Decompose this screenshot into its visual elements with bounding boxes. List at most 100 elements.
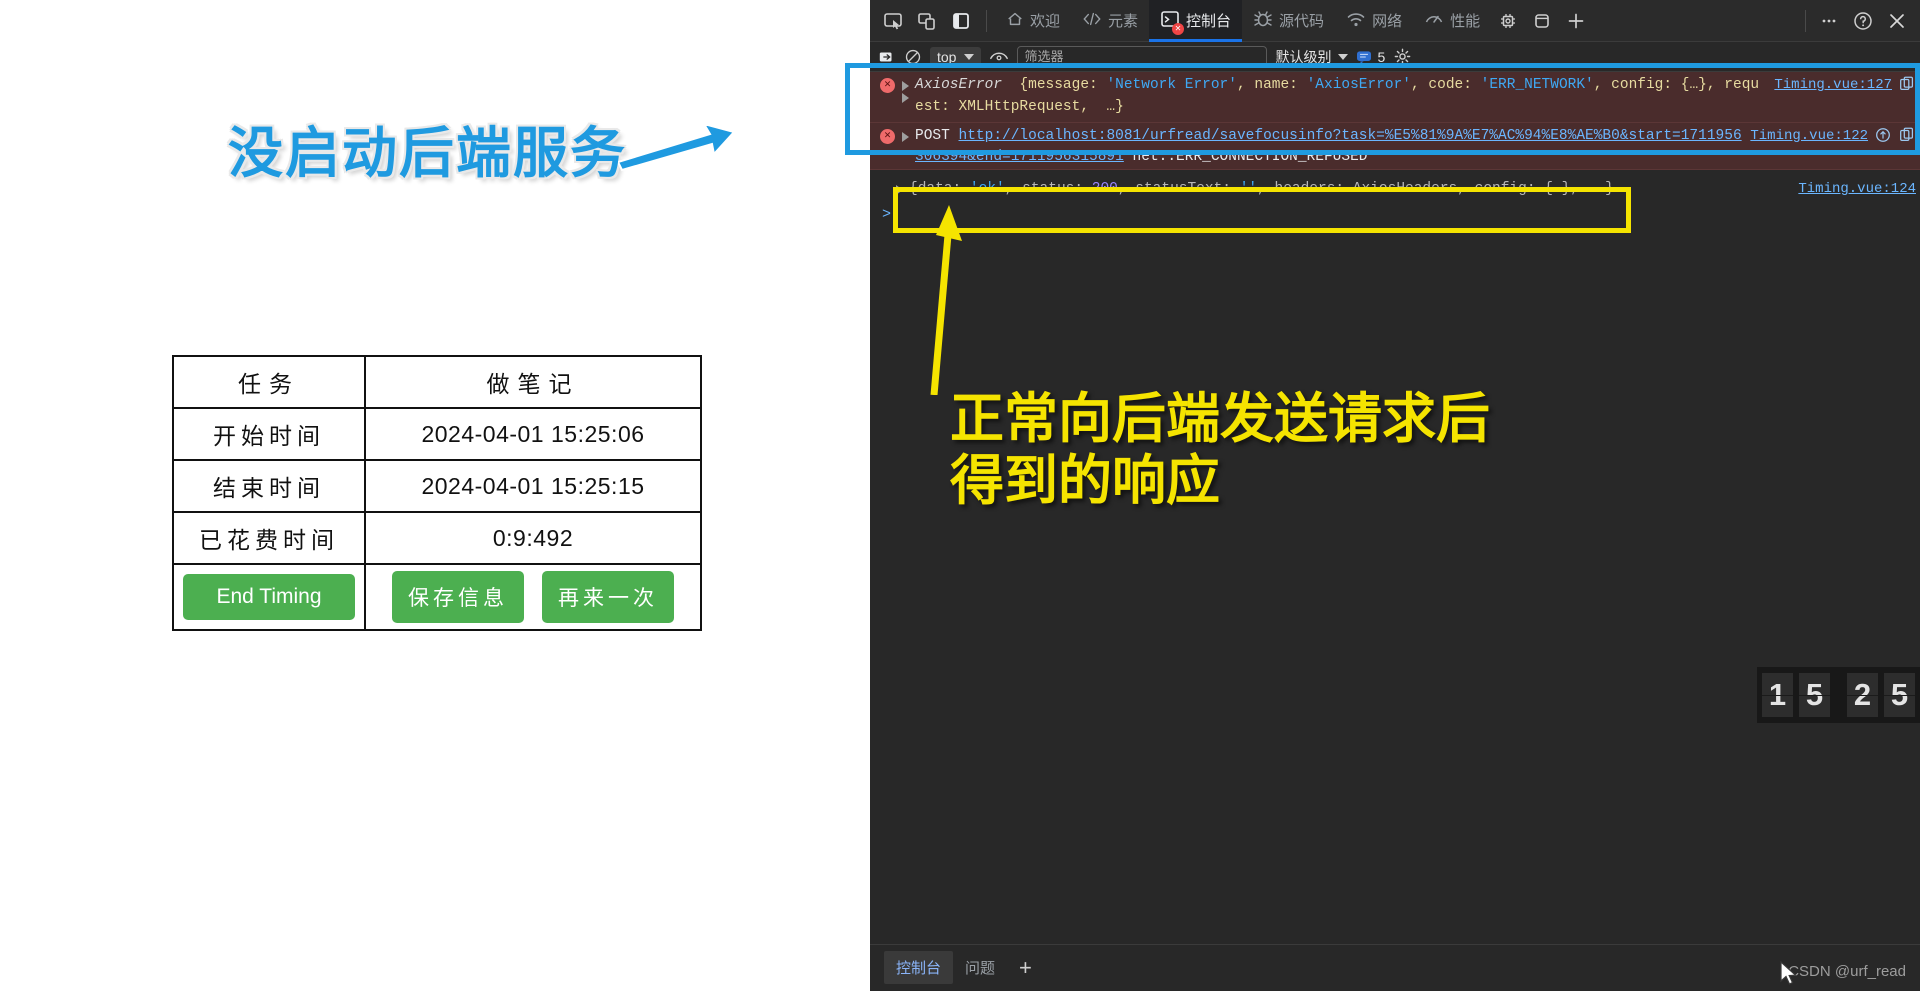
speech-bubble-icon [1357, 50, 1372, 64]
table-row: 结束时间 2024-04-01 15:25:15 [172, 459, 702, 513]
memory-chip-icon[interactable] [1491, 4, 1525, 38]
console-icon: ✕ [1160, 10, 1185, 35]
source-link-timing-122[interactable]: Timing.vue:122 [1750, 126, 1868, 170]
table-row-buttons: End Timing 保存信息 再来一次 [172, 563, 702, 631]
restart-button[interactable]: 再来一次 [542, 571, 674, 623]
table-cell-start-value: 2024-04-01 15:25:06 [364, 407, 702, 461]
tab-performance-label: 性能 [1450, 13, 1481, 30]
console-log-row-response[interactable]: {data: 'ok', status: 200, statusText: ''… [870, 170, 1920, 204]
annotation-yellow-arrow-icon [930, 205, 962, 395]
console-error-row-axios[interactable]: ✕ AxiosError {message: 'Network Error', … [870, 72, 1920, 123]
application-icon[interactable] [1525, 4, 1559, 38]
tab-performance[interactable]: 性能 [1413, 0, 1491, 42]
message-count-value: 5 [1377, 48, 1386, 65]
table-cell-end-label: 结束时间 [172, 459, 366, 513]
table-cell-task-label: 任务 [172, 355, 366, 409]
wifi-icon [1346, 10, 1366, 32]
annotation-blue-arrow-icon [618, 122, 736, 172]
message-count[interactable]: 5 [1356, 49, 1385, 65]
console-toolbar: top 默认级别 5 [870, 42, 1920, 72]
table-cell-actions: 保存信息 再来一次 [364, 563, 702, 631]
copy-icon[interactable] [1898, 126, 1916, 170]
drawer-tab-issues[interactable]: 问题 [953, 951, 1007, 984]
tab-network-label: 网络 [1372, 13, 1403, 30]
issue-icon[interactable] [1874, 126, 1892, 170]
save-info-button[interactable]: 保存信息 [392, 571, 524, 623]
tab-welcome[interactable]: 欢迎 [995, 0, 1071, 42]
toolbar-divider-right [1805, 9, 1806, 32]
table-cell-elapsed-label: 已花费时间 [172, 511, 366, 565]
error-badge-icon: ✕ [880, 128, 895, 144]
tab-elements[interactable]: 元素 [1071, 0, 1149, 42]
toolbar-divider [986, 9, 987, 32]
bug-icon [1253, 10, 1273, 32]
log-level-select[interactable]: 默认级别 [1275, 47, 1349, 67]
no-entry-icon[interactable] [904, 48, 922, 66]
live-expression-icon[interactable] [989, 49, 1009, 65]
table-cell-end-timing: End Timing [172, 563, 366, 631]
console-filter-input[interactable] [1017, 46, 1268, 67]
table-row: 开始时间 2024-04-01 15:25:06 [172, 407, 702, 461]
console-error-badge: ✕ [1172, 22, 1185, 35]
execution-context-select[interactable]: top [930, 46, 982, 67]
console-error-message-axios: AxiosError {message: 'Network Error', na… [915, 77, 1760, 115]
chevron-down-icon [1338, 53, 1349, 60]
expand-triangle-icon[interactable] [902, 93, 909, 103]
tab-sources-label: 源代码 [1279, 13, 1325, 30]
tab-sources[interactable]: 源代码 [1242, 0, 1335, 42]
source-link-timing-127[interactable]: Timing.vue:127 [1774, 75, 1892, 119]
device-toolbar-icon[interactable] [910, 4, 944, 38]
add-panel-icon[interactable] [1559, 4, 1593, 38]
web-page-under-test: 任务 做笔记 开始时间 2024-04-01 15:25:06 结束时间 202… [0, 0, 870, 991]
code-icon [1082, 10, 1102, 32]
log-level-value: 默认级别 [1275, 48, 1332, 65]
console-prompt[interactable]: > [870, 204, 1920, 225]
table-cell-end-value: 2024-04-01 15:25:15 [364, 459, 702, 513]
tab-console-label: 控制台 [1186, 13, 1232, 30]
annotation-blue-text: 没启动后端服务 [228, 123, 628, 184]
end-timing-button[interactable]: End Timing [183, 574, 355, 620]
home-icon [1006, 10, 1024, 32]
source-link-timing-124[interactable]: Timing.vue:124 [1798, 179, 1916, 201]
more-options-icon[interactable] [1812, 4, 1846, 38]
devtools-drawer: 控制台 问题 + CSDN @urf_read [870, 944, 1920, 990]
drawer-add-tab-button[interactable]: + [1019, 956, 1032, 979]
flip-digit: 5 [1884, 673, 1915, 717]
flip-digit: 2 [1847, 673, 1878, 717]
console-log-message-response: {data: 'ok', status: 200, statusText: ''… [909, 181, 1614, 197]
dock-side-icon[interactable] [944, 4, 978, 38]
gauge-icon [1424, 10, 1444, 32]
table-cell-elapsed-value: 0:9:492 [364, 511, 702, 565]
help-icon[interactable] [1846, 4, 1880, 38]
annotation-yellow-text: 正常向后端发送请求后 得到的响应 [950, 389, 1490, 512]
expand-triangle-icon[interactable] [902, 81, 909, 91]
close-icon[interactable] [1880, 4, 1914, 38]
console-settings-icon[interactable] [1393, 47, 1412, 66]
chevron-down-icon [964, 53, 975, 60]
table-row: 已花费时间 0:9:492 [172, 511, 702, 565]
watermark: CSDN @urf_read [1788, 963, 1906, 980]
tab-console[interactable]: ✕ 控制台 [1149, 0, 1243, 42]
flip-digit: 5 [1799, 673, 1830, 717]
table-cell-task-value: 做笔记 [364, 355, 702, 409]
clear-console-icon[interactable] [878, 48, 896, 66]
execution-context-value: top [937, 48, 957, 65]
tab-welcome-label: 欢迎 [1030, 13, 1061, 30]
copy-icon[interactable] [1898, 75, 1916, 119]
flip-clock-separator [1836, 673, 1841, 717]
drawer-tab-console[interactable]: 控制台 [884, 951, 954, 984]
inspect-element-icon[interactable] [876, 4, 910, 38]
mouse-cursor-icon [1780, 961, 1797, 985]
task-timing-table: 任务 做笔记 开始时间 2024-04-01 15:25:06 结束时间 202… [172, 355, 702, 631]
flip-digit: 1 [1762, 673, 1793, 717]
devtools-tabbar: 欢迎 元素 ✕ 控制台 源代码 网络 性能 [870, 0, 1920, 42]
expand-triangle-icon[interactable] [902, 131, 909, 142]
table-row: 任务 做笔记 [172, 355, 702, 409]
error-badge-icon: ✕ [880, 78, 895, 93]
flip-clock-widget: 1 5 2 5 [1757, 667, 1920, 723]
expand-triangle-icon[interactable] [896, 185, 903, 195]
tab-elements-label: 元素 [1108, 13, 1139, 30]
tab-network[interactable]: 网络 [1335, 0, 1413, 42]
console-error-message-post: POST http://localhost:8081/urfread/savef… [915, 127, 1742, 166]
console-error-row-post[interactable]: ✕ POST http://localhost:8081/urfread/sav… [870, 122, 1920, 170]
